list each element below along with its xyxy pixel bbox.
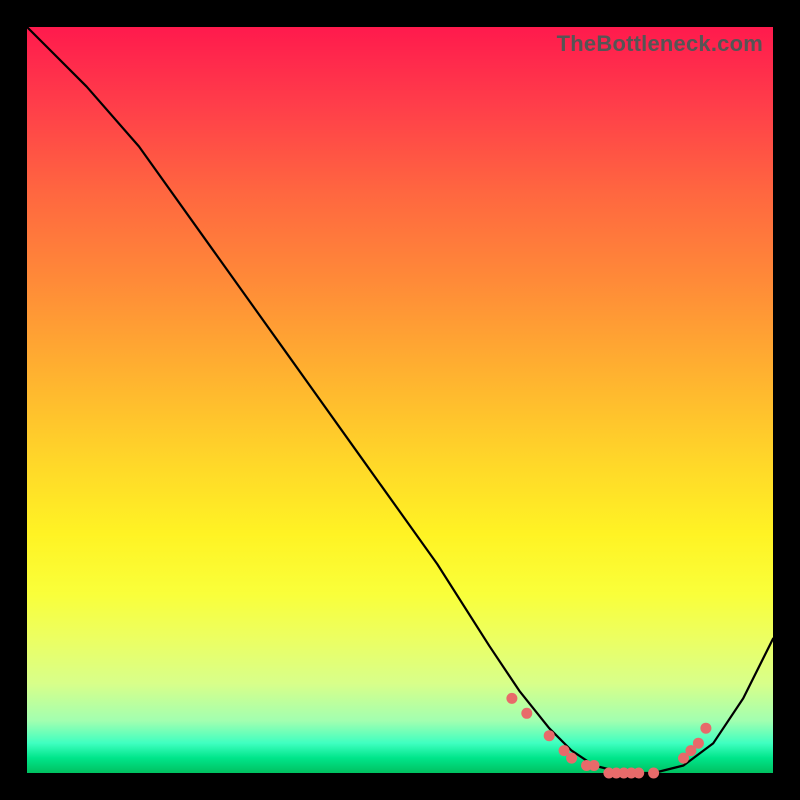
chart-stage: TheBottleneck.com	[0, 0, 800, 800]
marker-dot	[633, 768, 644, 779]
plot-area: TheBottleneck.com	[27, 27, 773, 773]
marker-dot	[566, 753, 577, 764]
marker-dot	[693, 738, 704, 749]
marker-dot	[521, 708, 532, 719]
marker-dot	[589, 760, 600, 771]
bottleneck-curve	[27, 27, 773, 773]
marker-dot	[544, 730, 555, 741]
curve-layer	[27, 27, 773, 773]
marker-dot	[648, 768, 659, 779]
marker-dot	[700, 723, 711, 734]
marker-dot	[506, 693, 517, 704]
